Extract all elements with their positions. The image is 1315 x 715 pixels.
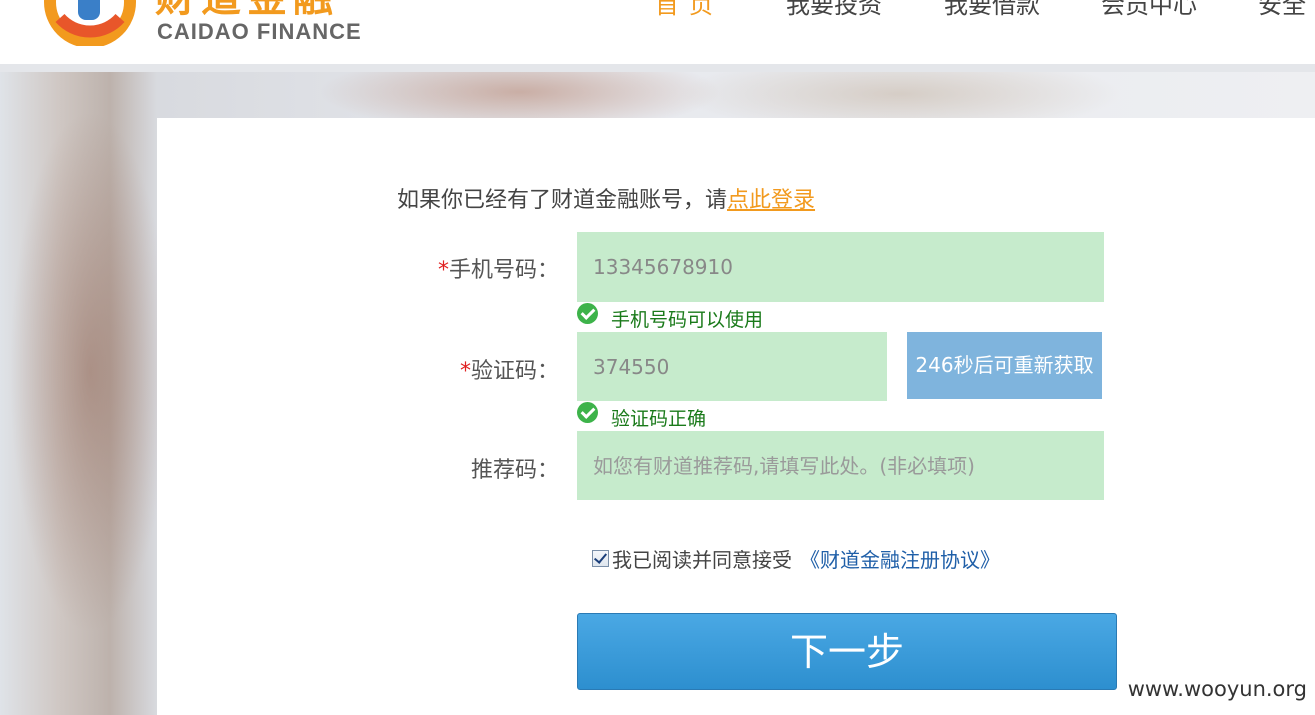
- registration-panel: 如果你已经有了财道金融账号，请点此登录 *手机号码： 手机号码可以使用 *验证码…: [157, 118, 1315, 715]
- nav-invest[interactable]: 我要投资: [786, 0, 882, 20]
- required-mark: *: [459, 359, 471, 384]
- login-prompt: 如果你已经有了财道金融账号，请点此登录: [397, 182, 815, 214]
- agreement-checkbox[interactable]: [592, 550, 609, 567]
- code-label: *验证码：: [309, 353, 559, 385]
- required-mark: *: [437, 258, 449, 283]
- phone-input[interactable]: [577, 232, 1104, 302]
- check-icon: [577, 303, 598, 324]
- verification-code-input[interactable]: [577, 332, 887, 401]
- nav-member-center[interactable]: 会员中心: [1101, 0, 1197, 20]
- referral-code-input[interactable]: [577, 431, 1104, 500]
- code-label-text: 验证码：: [470, 359, 559, 384]
- referral-label: 推荐码：: [470, 458, 559, 483]
- header-divider: [0, 64, 1315, 72]
- resend-code-button[interactable]: 246秒后可重新获取: [907, 332, 1102, 399]
- logo-english-name: CAIDAO FINANCE: [157, 19, 362, 44]
- agreement-link[interactable]: 《财道金融注册协议》: [800, 548, 1000, 572]
- site-header: 财道金融 CAIDAO FINANCE 首页 我要投资 我要借款 会员中心 安全: [0, 0, 1315, 64]
- check-icon: [577, 402, 598, 423]
- phone-label: *手机号码：: [309, 252, 559, 284]
- phone-status: 手机号码可以使用: [611, 309, 764, 331]
- watermark: www.wooyun.org: [1127, 677, 1307, 701]
- login-prompt-text: 如果你已经有了财道金融账号，请: [397, 188, 728, 213]
- agreement-text: 我已阅读并同意接受: [612, 548, 792, 572]
- next-step-button[interactable]: 下一步: [577, 613, 1117, 690]
- nav-home[interactable]: 首页: [655, 0, 723, 20]
- code-status: 验证码正确: [611, 408, 707, 430]
- nav-security[interactable]: 安全: [1258, 0, 1306, 20]
- agreement-row: 我已阅读并同意接受 《财道金融注册协议》: [612, 544, 1000, 573]
- nav-borrow[interactable]: 我要借款: [944, 0, 1040, 20]
- main-nav: 首页 我要投资 我要借款 会员中心 安全: [0, 0, 1315, 20]
- login-link[interactable]: 点此登录: [727, 188, 815, 213]
- phone-label-text: 手机号码：: [448, 258, 559, 283]
